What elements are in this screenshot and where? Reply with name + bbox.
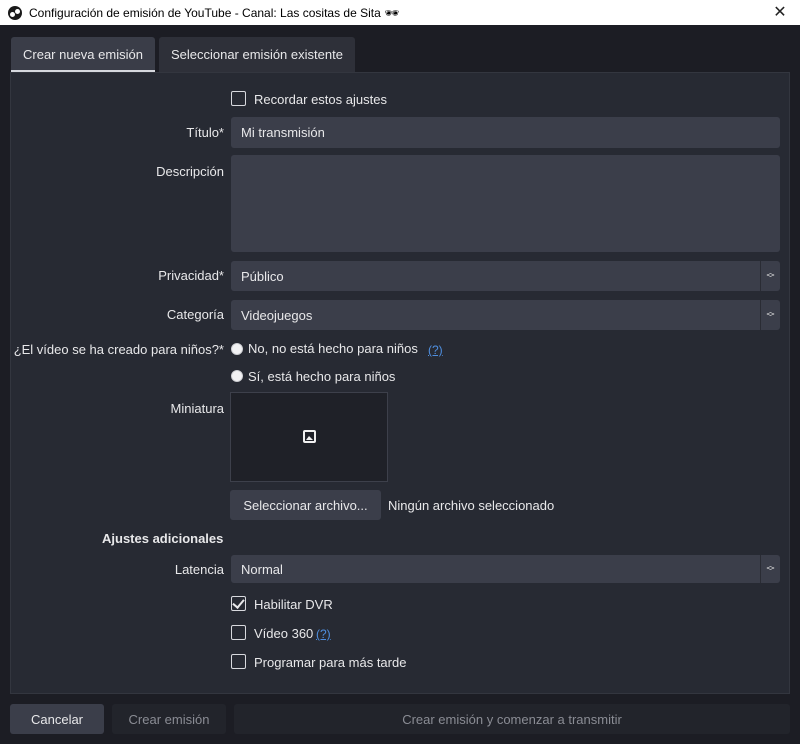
tab-create-new-broadcast[interactable]: Crear nueva emisión (11, 37, 155, 72)
cancel-button[interactable]: Cancelar (10, 704, 104, 734)
tab-select-existing-broadcast[interactable]: Seleccionar emisión existente (158, 37, 355, 72)
close-window-button[interactable]: ✕ (770, 2, 790, 22)
title-bar: Configuración de emisión de YouTube - Ca… (0, 0, 800, 25)
category-label: Categoría (166, 307, 224, 322)
select-file-button[interactable]: Seleccionar archivo... (230, 490, 381, 520)
updown-chevron-icon: ︿ ﹀ (760, 300, 780, 330)
kids-no-radio[interactable] (231, 343, 243, 355)
window-title: Configuración de emisión de YouTube - Ca… (29, 5, 400, 20)
schedule-later-checkbox[interactable] (231, 654, 246, 669)
title-label: Título* (186, 125, 224, 140)
privacy-select[interactable]: Público ︿ ﹀ (231, 261, 780, 291)
enable-dvr-label: Habilitar DVR (254, 597, 333, 612)
privacy-value: Público (241, 268, 284, 284)
description-textarea[interactable] (231, 155, 780, 252)
thumbnail-label: Miniatura (170, 401, 224, 416)
remember-settings-label: Recordar estos ajustes (254, 92, 387, 107)
kids-no-label: No, no está hecho para niños (248, 341, 418, 356)
title-input[interactable]: Mi transmisión (231, 117, 780, 148)
title-input-value: Mi transmisión (241, 125, 325, 140)
no-file-text: Ningún archivo seleccionado (388, 498, 555, 513)
video-360-checkbox[interactable] (231, 625, 246, 640)
thumbnail-preview (230, 392, 388, 482)
remember-settings-checkbox[interactable] (231, 91, 246, 106)
create-broadcast-button[interactable]: Crear emisión (112, 704, 226, 734)
latency-select[interactable]: Normal ︿ ﹀ (231, 555, 780, 583)
category-select[interactable]: Videojuegos ︿ ﹀ (231, 300, 780, 330)
updown-chevron-icon: ︿ ﹀ (760, 555, 780, 583)
made-for-kids-label: ¿El vídeo se ha creado para niños?* (13, 342, 224, 357)
create-and-start-broadcast-button[interactable]: Crear emisión y comenzar a transmitir (234, 704, 790, 734)
category-value: Videojuegos (241, 307, 313, 323)
description-label: Descripción (156, 164, 224, 179)
updown-chevron-icon: ︿ ﹀ (760, 261, 780, 291)
video-360-help-link[interactable]: (?) (316, 627, 331, 641)
kids-help-link[interactable]: (?) (428, 343, 443, 357)
kids-yes-radio[interactable] (231, 370, 243, 382)
obs-icon (8, 5, 22, 20)
image-icon (303, 430, 316, 443)
schedule-later-label: Programar para más tarde (254, 655, 407, 670)
latency-value: Normal (241, 561, 283, 577)
additional-settings-heading: Ajustes adicionales (102, 531, 224, 546)
video-360-label: Vídeo 360 (254, 626, 314, 641)
kids-yes-label: Sí, está hecho para niños (248, 369, 396, 384)
latency-label: Latencia (174, 562, 224, 577)
tab-bar: Crear nueva emisión Seleccionar emisión … (11, 37, 359, 72)
privacy-label: Privacidad* (158, 268, 224, 283)
enable-dvr-checkbox[interactable] (231, 596, 246, 611)
